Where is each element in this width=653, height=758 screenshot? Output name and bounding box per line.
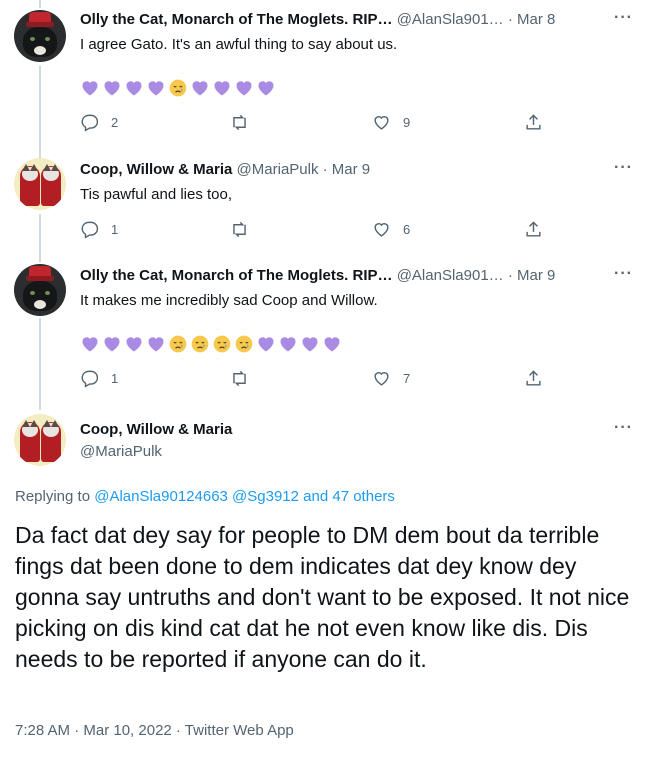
tweet-header: Coop, Willow & Maria @MariaPulk · Mar 9 [80, 161, 370, 178]
reply-count: 1 [111, 222, 119, 237]
share-button[interactable] [524, 220, 543, 239]
retweet-icon [233, 221, 246, 238]
tweet[interactable]: Olly the Cat, Monarch of The Moglets. RI… [0, 254, 653, 404]
purple-heart-icon [322, 334, 342, 354]
reply-count: 2 [111, 115, 119, 130]
purple-heart-icon [256, 334, 276, 354]
reply-count: 1 [111, 371, 119, 386]
avatar[interactable] [14, 10, 66, 62]
purple-heart-icon [80, 78, 100, 98]
crying-face-icon [190, 334, 210, 354]
tweet-header: Olly the Cat, Monarch of The Moglets. RI… [80, 267, 555, 284]
avatar[interactable] [14, 414, 66, 466]
purple-heart-icon [190, 78, 210, 98]
display-name[interactable]: Coop, Willow & Maria [80, 421, 232, 438]
purple-heart-icon [80, 334, 100, 354]
purple-heart-icon [256, 78, 276, 98]
share-icon [526, 221, 541, 237]
purple-heart-icon [102, 78, 122, 98]
reply-icon [81, 221, 99, 239]
retweet-button[interactable] [230, 113, 249, 132]
crying-face-icon [212, 334, 232, 354]
purple-heart-icon [102, 334, 122, 354]
purple-heart-icon [278, 334, 298, 354]
more-icon[interactable]: ··· [614, 159, 633, 177]
handle[interactable]: @MariaPulk [80, 443, 162, 460]
display-name[interactable]: Olly the Cat, Monarch of The Moglets. RI… [80, 11, 393, 28]
timestamp[interactable]: · Mar 8 [508, 11, 556, 28]
replying-prefix: Replying to [15, 488, 91, 505]
retweet-button[interactable] [230, 369, 249, 388]
purple-heart-icon [124, 78, 144, 98]
share-button[interactable] [524, 113, 543, 132]
tweet-meta[interactable]: 7:28 AM · Mar 10, 2022 · Twitter Web App [15, 722, 294, 739]
more-icon[interactable]: ··· [614, 9, 633, 27]
heart-outline-icon [374, 116, 389, 130]
reply-icon [81, 370, 99, 388]
retweet-icon [233, 370, 246, 387]
tweet[interactable]: Olly the Cat, Monarch of The Moglets. RI… [0, 0, 653, 150]
retweet-button[interactable] [230, 220, 249, 239]
emoji-row [80, 78, 278, 100]
reply-button[interactable]: 2 [80, 113, 118, 132]
tweet-text: It makes me incredibly sad Coop and Will… [80, 292, 378, 309]
purple-heart-icon [146, 78, 166, 98]
emoji-row [80, 334, 344, 356]
tweet-text: I agree Gato. It's an awful thing to say… [80, 36, 398, 53]
purple-heart-icon [234, 78, 254, 98]
purple-heart-icon [212, 78, 232, 98]
crying-face-icon [234, 334, 254, 354]
display-name[interactable]: Olly the Cat, Monarch of The Moglets. RI… [80, 267, 393, 284]
share-icon [526, 370, 541, 386]
like-count: 9 [403, 115, 411, 130]
more-icon[interactable]: ··· [614, 419, 633, 437]
purple-heart-icon [300, 334, 320, 354]
share-button[interactable] [524, 369, 543, 388]
reply-button[interactable]: 1 [80, 220, 118, 239]
like-count: 6 [403, 222, 411, 237]
like-button[interactable]: 7 [372, 369, 410, 388]
avatar[interactable] [14, 264, 66, 316]
handle[interactable]: @AlanSla901… [397, 267, 504, 284]
main-tweet-text: Da fact dat dey say for people to DM dem… [15, 522, 630, 672]
more-icon[interactable]: ··· [614, 265, 633, 283]
crying-face-icon [168, 334, 188, 354]
reply-button[interactable]: 1 [80, 369, 118, 388]
timestamp[interactable]: · Mar 9 [323, 161, 371, 178]
crying-face-icon [168, 78, 188, 98]
like-count: 7 [403, 371, 411, 386]
tweet-text: Tis pawful and lies too, [80, 186, 233, 203]
tweet[interactable]: Coop, Willow & Maria @MariaPulk · Mar 9 … [0, 150, 653, 254]
timestamp[interactable]: · Mar 9 [508, 267, 556, 284]
replying-links[interactable]: @AlanSla90124663 @Sg3912 and 47 others [94, 488, 395, 505]
share-icon [526, 114, 541, 130]
purple-heart-icon [146, 334, 166, 354]
avatar[interactable] [14, 158, 66, 210]
heart-outline-icon [374, 372, 389, 386]
handle[interactable]: @AlanSla901… [397, 11, 504, 28]
heart-outline-icon [374, 223, 389, 237]
purple-heart-icon [124, 334, 144, 354]
replying-to: Replying to @AlanSla90124663 @Sg3912 and… [15, 488, 395, 505]
like-button[interactable]: 9 [372, 113, 410, 132]
handle[interactable]: @MariaPulk [237, 161, 319, 178]
display-name[interactable]: Coop, Willow & Maria [80, 161, 232, 178]
tweet-header: Olly the Cat, Monarch of The Moglets. RI… [80, 11, 555, 28]
reply-icon [81, 114, 99, 132]
like-button[interactable]: 6 [372, 220, 410, 239]
retweet-icon [233, 114, 246, 131]
